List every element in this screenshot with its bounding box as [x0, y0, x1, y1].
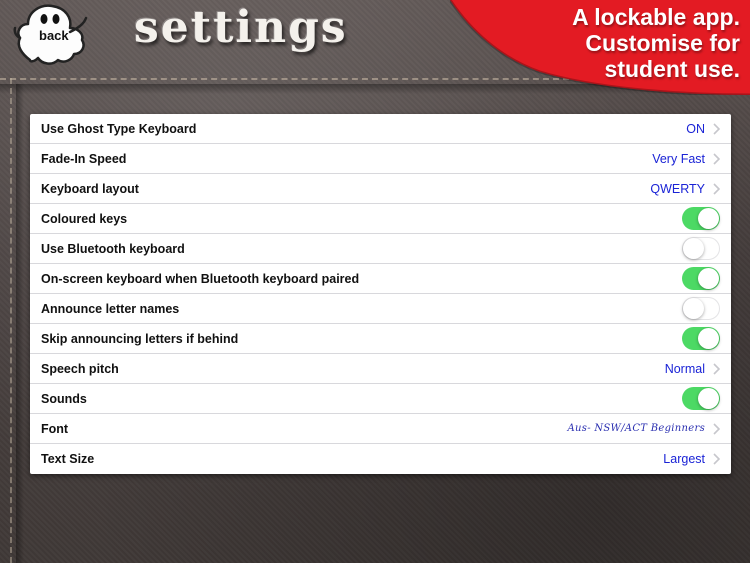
setting-value: ON	[686, 121, 705, 136]
setting-label: Fade-In Speed	[41, 151, 127, 166]
setting-label: Sounds	[41, 391, 87, 406]
page-title: settings	[134, 2, 348, 53]
chevron-right-icon	[713, 122, 720, 135]
chevron-right-icon	[713, 152, 720, 165]
announce-letter-names-toggle[interactable]	[682, 297, 720, 320]
bluetooth-keyboard-toggle[interactable]	[682, 237, 720, 260]
setting-speech-pitch[interactable]: Speech pitch Normal	[30, 354, 731, 384]
setting-sounds: Sounds	[30, 384, 731, 414]
setting-label: Speech pitch	[41, 361, 119, 376]
setting-text-size[interactable]: Text Size Largest	[30, 444, 731, 474]
setting-fade-in-speed[interactable]: Fade-In Speed Very Fast	[30, 144, 731, 174]
setting-keyboard-layout[interactable]: Keyboard layout QWERTY	[30, 174, 731, 204]
setting-value: Very Fast	[652, 151, 705, 166]
promo-line-2: Customise for	[585, 30, 740, 56]
setting-font[interactable]: Font Aus- NSW/ACT Beginners	[30, 414, 731, 444]
seam-vertical	[16, 84, 24, 563]
toggle-knob	[698, 268, 719, 289]
toggle-knob	[682, 237, 704, 259]
setting-label: Font	[41, 421, 69, 436]
setting-use-ghost-type-keyboard[interactable]: Use Ghost Type Keyboard ON	[30, 114, 731, 144]
setting-onscreen-keyboard-when-paired: On-screen keyboard when Bluetooth keyboa…	[30, 264, 731, 294]
chevron-right-icon	[713, 362, 720, 375]
setting-label: Keyboard layout	[41, 181, 139, 196]
setting-announce-letter-names: Announce letter names	[30, 294, 731, 324]
setting-value: Largest	[663, 452, 705, 466]
skip-announcing-toggle[interactable]	[682, 327, 720, 350]
setting-label: Skip announcing letters if behind	[41, 331, 239, 346]
chevron-right-icon	[713, 422, 720, 435]
onscreen-keyboard-toggle[interactable]	[682, 267, 720, 290]
setting-value: Aus- NSW/ACT Beginners	[567, 423, 705, 434]
promo-line-3: student use.	[604, 56, 740, 82]
setting-value: Normal	[664, 361, 705, 376]
setting-label: On-screen keyboard when Bluetooth keyboa…	[41, 271, 360, 286]
chevron-right-icon	[713, 453, 720, 465]
coloured-keys-toggle[interactable]	[682, 207, 720, 230]
toggle-knob	[682, 297, 704, 319]
chevron-right-icon	[713, 182, 720, 195]
back-label: back	[39, 28, 69, 43]
back-button[interactable]: back	[12, 2, 90, 68]
setting-label: Use Ghost Type Keyboard	[41, 121, 197, 136]
promo-banner: A lockable app. Customise for student us…	[450, 0, 750, 95]
toggle-knob	[698, 328, 719, 349]
setting-label: Text Size	[41, 452, 95, 466]
setting-use-bluetooth-keyboard: Use Bluetooth keyboard	[30, 234, 731, 264]
setting-label: Coloured keys	[41, 211, 128, 226]
promo-line-1: A lockable app.	[572, 4, 740, 30]
setting-label: Announce letter names	[41, 301, 180, 316]
setting-coloured-keys: Coloured keys	[30, 204, 731, 234]
setting-skip-announcing-letters: Skip announcing letters if behind	[30, 324, 731, 354]
setting-value: QWERTY	[650, 181, 705, 196]
sounds-toggle[interactable]	[682, 387, 720, 410]
setting-label: Use Bluetooth keyboard	[41, 241, 185, 256]
settings-list: Use Ghost Type Keyboard ON Fade-In Speed…	[30, 114, 731, 474]
toggle-knob	[698, 208, 719, 229]
stitching-vertical	[10, 78, 12, 563]
toggle-knob	[698, 388, 719, 409]
promo-text: A lockable app. Customise for student us…	[572, 4, 740, 82]
